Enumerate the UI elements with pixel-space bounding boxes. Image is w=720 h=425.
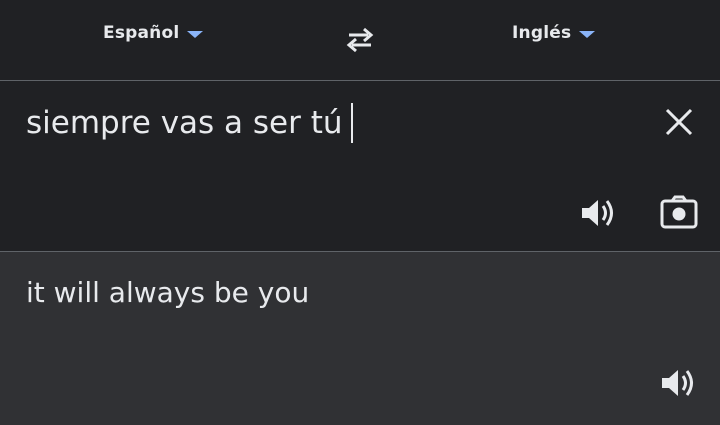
translation-output-area: it will always be you (0, 252, 720, 425)
target-language-label: Inglés (512, 23, 572, 43)
source-input-area[interactable]: siempre vas a ser tú (0, 81, 720, 252)
camera-icon (660, 195, 698, 229)
camera-button[interactable] (658, 195, 700, 231)
source-language-label: Español (103, 23, 180, 43)
swap-languages-button[interactable] (341, 26, 379, 54)
speaker-icon (662, 370, 693, 396)
close-icon (665, 108, 693, 136)
translated-text: it will always be you (26, 276, 310, 309)
swap-arrows-icon (346, 27, 374, 53)
listen-translation-button[interactable] (658, 365, 698, 401)
target-language-selector[interactable]: Inglés (512, 22, 596, 44)
listen-source-button[interactable] (578, 195, 618, 231)
clear-text-button[interactable] (660, 103, 698, 141)
text-cursor (350, 103, 353, 143)
target-language-caret-icon (579, 30, 596, 38)
speaker-icon (582, 200, 613, 226)
source-text-field[interactable]: siempre vas a ser tú (26, 103, 353, 143)
source-language-selector[interactable]: Español (103, 22, 204, 44)
language-bar: Español Inglés (0, 0, 720, 81)
source-language-caret-icon (187, 30, 204, 38)
source-text: siempre vas a ser tú (26, 105, 343, 141)
